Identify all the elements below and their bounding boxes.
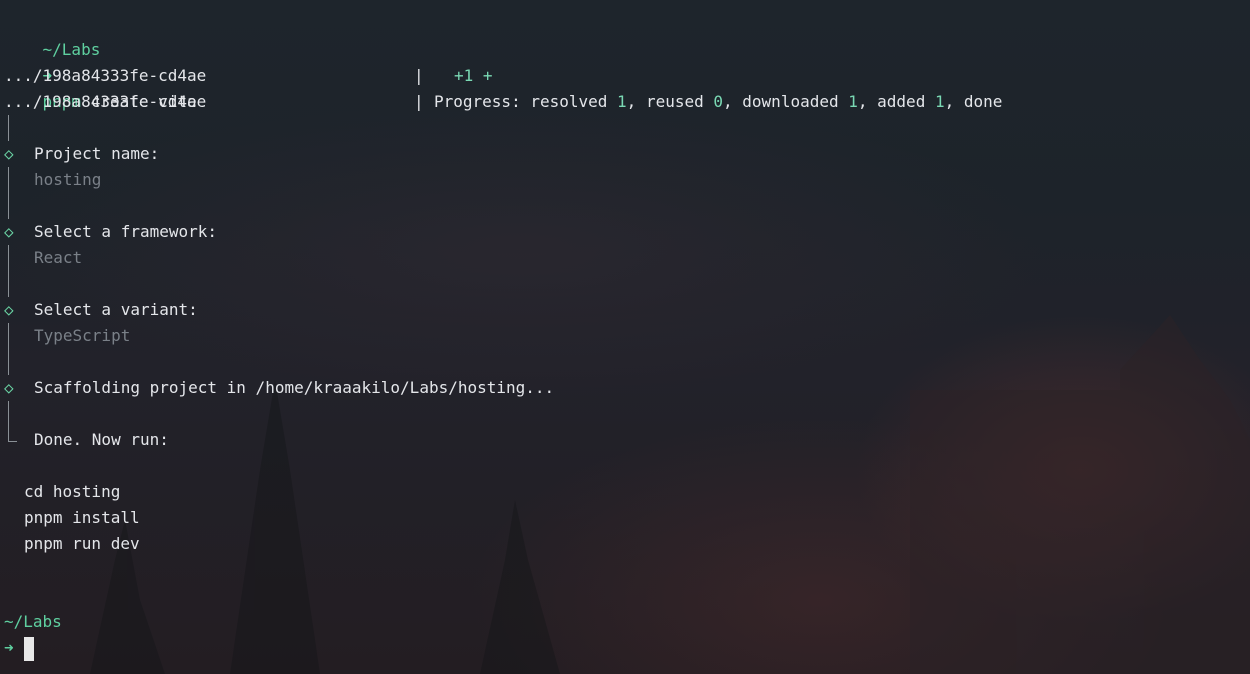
prompt-dir: ~/Labs [4, 612, 62, 631]
step-project-name-value: hosting [4, 167, 1250, 193]
next-command: cd hosting [24, 482, 121, 501]
prompt-line-1: ~/Labs [4, 11, 1250, 59]
rail [4, 193, 1250, 219]
diamond-icon: ◇ [4, 222, 14, 241]
prompt-arrow-icon: ➜ [4, 638, 14, 657]
diamond-icon: ◇ [4, 300, 14, 319]
next-command: pnpm install [24, 508, 140, 527]
step-variant: ◇ Select a variant: [4, 300, 198, 319]
terminal-output: ~/Labs ➜ pnpm create vite .../198a84333f… [4, 11, 1250, 661]
step-framework: ◇ Select a framework: [4, 222, 218, 241]
step-done: Done. Now run: [4, 427, 1250, 453]
prompt-line-2: ~/Labs [4, 609, 1250, 635]
progress-line-1: .../198a84333fe-cd4ae | +1 + [4, 63, 1250, 89]
step-variant-value: TypeScript [4, 323, 1250, 349]
progress-separator: | [414, 66, 424, 85]
rail [4, 115, 1250, 141]
step-scaffold: ◇ Scaffolding project in /home/kraaakilo/… [4, 378, 555, 397]
step-framework-value: React [4, 245, 1250, 271]
progress-path: .../198a84333fe-cd4ae [4, 66, 207, 85]
diamond-icon: ◇ [4, 144, 14, 163]
progress-path: .../198a84333fe-cd4ae [4, 92, 207, 111]
progress-summary: Progress: resolved 1, reused 0, download… [434, 92, 1003, 111]
step-project-name: ◇ Project name: [4, 144, 160, 163]
rail [4, 349, 1250, 375]
text-cursor[interactable] [23, 636, 34, 661]
input-line[interactable]: ➜ [4, 635, 1250, 661]
rail [4, 271, 1250, 297]
progress-line-2: .../198a84333fe-cd4ae | Progress: resolved… [4, 89, 1250, 115]
rail [4, 401, 1250, 427]
progress-plus: +1 + [454, 66, 493, 85]
command-line: ➜ pnpm create vite [4, 37, 1250, 111]
corner-rail [8, 427, 17, 442]
next-command: pnpm run dev [24, 534, 140, 553]
progress-separator: | [414, 92, 424, 111]
diamond-icon: ◇ [4, 378, 14, 397]
